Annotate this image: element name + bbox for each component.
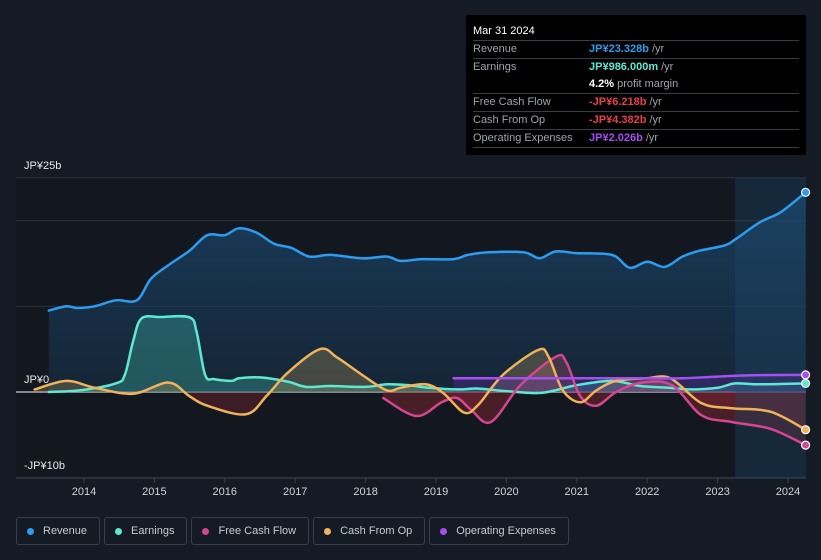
tooltip-row-profit-margin: 4.2% profit margin (473, 76, 799, 94)
legend-label: Free Cash Flow (218, 525, 297, 537)
tooltip-value: -JP¥4.382b (589, 114, 647, 126)
tooltip-value: JP¥986.000m (589, 61, 659, 73)
x-tick-label-2024: 2024 (776, 486, 800, 498)
y-tick-label-neg10b: -JP¥10b (24, 460, 65, 472)
legend-label: Revenue (43, 525, 88, 537)
operating-expenses-end-marker (800, 370, 811, 380)
legend-label: Earnings (131, 525, 175, 537)
earnings-end-marker (800, 378, 811, 389)
y-tick-label-25b: JP¥25b (24, 160, 62, 172)
x-tick-label-2018: 2018 (353, 486, 377, 498)
cash-from-op-end-marker (800, 425, 811, 435)
tooltip-label (473, 76, 589, 93)
tooltip-row-earnings: Earnings JP¥986.000m /yr (473, 59, 799, 76)
x-tick-label-2016: 2016 (213, 486, 237, 498)
legend-dot-icon (324, 527, 332, 535)
x-tick-label-2021: 2021 (565, 486, 589, 498)
legend-item-operating-expenses[interactable]: Operating Expenses (429, 517, 569, 545)
revenue-end-marker (800, 187, 811, 197)
tooltip-row-revenue: Revenue JP¥23.328b /yr (473, 41, 799, 59)
tooltip-label: Operating Expenses (473, 132, 573, 144)
tooltip-row-free-cash-flow: Free Cash Flow -JP¥6.218b /yr (473, 94, 799, 112)
tooltip-unit: /yr (649, 96, 662, 108)
tooltip-value: 4.2% (589, 78, 615, 90)
tooltip-label: Cash From Op (473, 114, 546, 126)
tooltip-panel: Mar 31 2024 Revenue JP¥23.328b /yr Earni… (466, 15, 806, 155)
x-tick-label-2022: 2022 (635, 486, 659, 498)
tooltip-unit: profit margin (617, 78, 679, 90)
y-tick-label-0: JP¥0 (24, 374, 50, 386)
tooltip-value: JP¥23.328b (589, 43, 649, 55)
x-tick-label-2014: 2014 (72, 486, 96, 498)
legend-item-free-cash-flow[interactable]: Free Cash Flow (191, 517, 310, 545)
x-tick-label-2015: 2015 (142, 486, 166, 498)
legend-item-revenue[interactable]: Revenue (16, 517, 101, 545)
legend-item-earnings[interactable]: Earnings (104, 517, 188, 545)
tooltip-unit: /yr (649, 114, 662, 126)
tooltip-value: -JP¥6.218b (589, 96, 647, 108)
chart-legend: Revenue Earnings Free Cash Flow Cash Fro… (16, 517, 569, 545)
tooltip-unit: /yr (651, 43, 665, 55)
legend-dot-icon (115, 527, 123, 535)
tooltip-row-cash-from-op: Cash From Op -JP¥4.382b /yr (473, 112, 799, 130)
tooltip-value: JP¥2.026b (589, 132, 643, 144)
forecast-highlight-region (735, 178, 806, 478)
x-tick-label-2017: 2017 (283, 486, 307, 498)
legend-dot-icon (440, 527, 448, 535)
free-cash-flow-end-marker (800, 440, 811, 450)
tooltip-label: Revenue (473, 43, 518, 55)
legend-label: Cash From Op (340, 525, 413, 537)
tooltip-unit: /yr (645, 132, 659, 144)
tooltip-row-operating-expenses: Operating Expenses JP¥2.026b /yr (473, 130, 799, 148)
x-tick-label-2019: 2019 (424, 486, 448, 498)
tooltip-unit: /yr (661, 61, 674, 73)
legend-label: Operating Expenses (456, 525, 556, 537)
legend-item-cash-from-op[interactable]: Cash From Op (313, 517, 426, 545)
x-tick-label-2023: 2023 (705, 486, 729, 498)
tooltip-date: Mar 31 2024 (473, 23, 799, 41)
legend-dot-icon (202, 527, 210, 535)
legend-dot-icon (27, 527, 34, 535)
tooltip-label: Earnings (473, 61, 517, 73)
tooltip-label: Free Cash Flow (473, 96, 551, 108)
x-tick-label-2020: 2020 (494, 486, 518, 498)
